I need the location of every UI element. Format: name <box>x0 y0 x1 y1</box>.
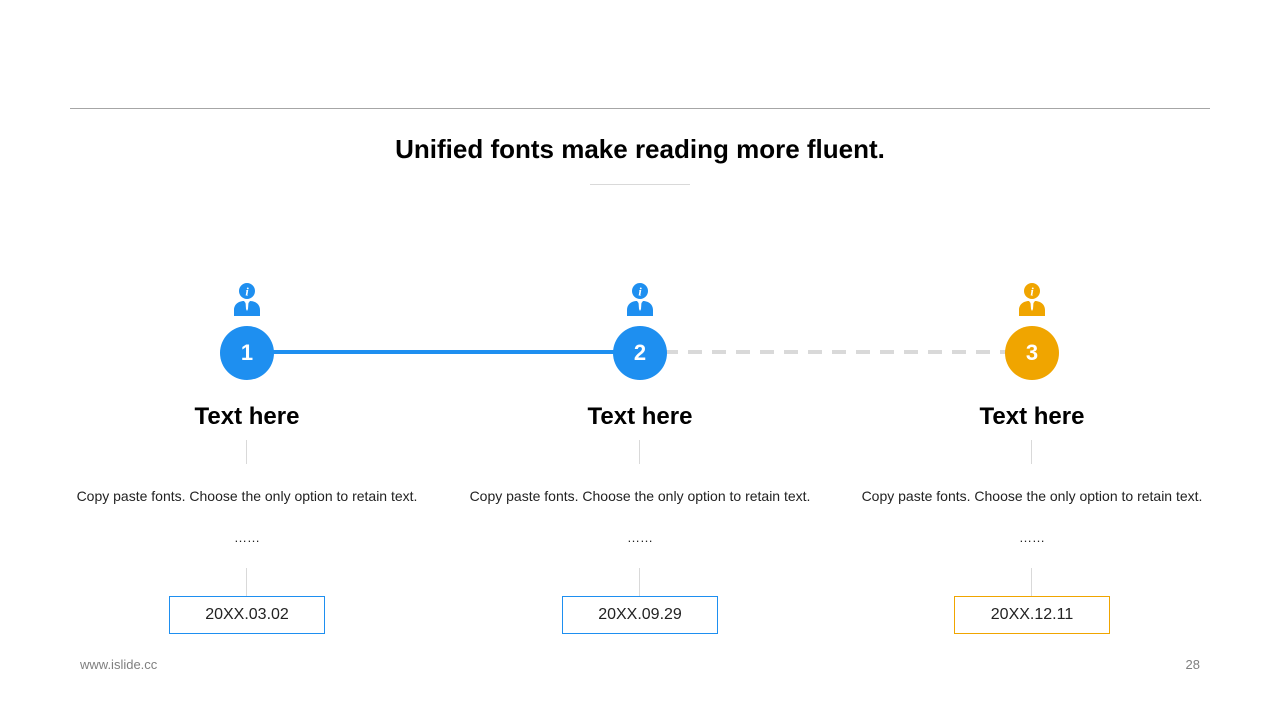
step-ellipsis: …… <box>234 530 260 545</box>
user-info-icon: i <box>1018 282 1046 316</box>
timeline-step-3: i 3 Text here Copy paste fonts. Choose t… <box>857 280 1207 640</box>
step-divider-top <box>639 440 640 464</box>
step-description: Copy paste fonts. Choose the only option… <box>469 488 811 504</box>
step-number-badge: 1 <box>220 326 274 380</box>
step-date-box: 20XX.03.02 <box>169 596 325 634</box>
step-number-badge: 2 <box>613 326 667 380</box>
slide-title: Unified fonts make reading more fluent. <box>395 134 885 164</box>
step-ellipsis: …… <box>627 530 653 545</box>
step-ellipsis: …… <box>1019 530 1045 545</box>
step-heading: Text here <box>587 403 693 430</box>
step-heading: Text here <box>979 403 1085 430</box>
step-divider-bottom <box>639 568 640 596</box>
top-divider <box>70 108 1210 109</box>
step-divider-bottom <box>246 568 247 596</box>
timeline-step-2: i 2 Text here Copy paste fonts. Choose t… <box>465 280 815 640</box>
step-divider-bottom <box>1031 568 1032 596</box>
step-heading: Text here <box>194 403 300 430</box>
title-underline <box>590 184 690 185</box>
user-info-icon: i <box>233 282 261 316</box>
step-number-badge: 3 <box>1005 326 1059 380</box>
page-number: 28 <box>1185 657 1200 672</box>
step-description: Copy paste fonts. Choose the only option… <box>76 488 418 504</box>
step-date-box: 20XX.09.29 <box>562 596 718 634</box>
step-description: Copy paste fonts. Choose the only option… <box>861 488 1203 504</box>
step-date-box: 20XX.12.11 <box>954 596 1110 634</box>
step-divider-top <box>246 440 247 464</box>
timeline-step-1: i 1 Text here Copy paste fonts. Choose t… <box>72 280 422 640</box>
user-info-icon: i <box>626 282 654 316</box>
footer-url: www.islide.cc <box>80 657 158 672</box>
step-divider-top <box>1031 440 1032 464</box>
